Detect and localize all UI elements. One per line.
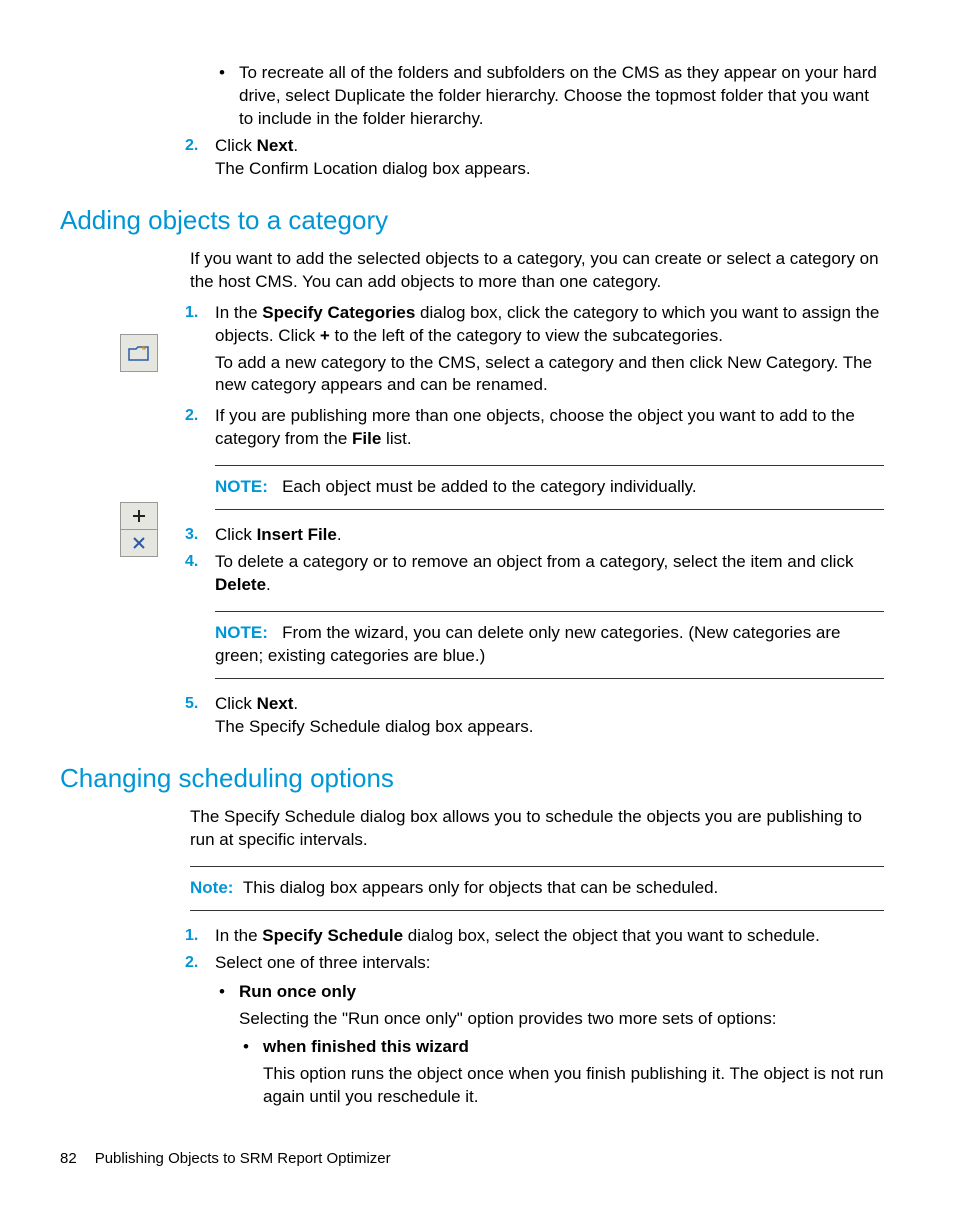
insert-delete-icon <box>120 502 156 557</box>
note-text: From the wizard, you can delete only new… <box>215 623 841 665</box>
note-scheduled-only: Note: This dialog box appears only for o… <box>190 866 884 911</box>
intro-bullets: To recreate all of the folders and subfo… <box>215 62 884 131</box>
step-number: 2. <box>185 405 198 427</box>
sched-step-1: 1. In the Specify Schedule dialog box, s… <box>185 925 884 948</box>
intro-steps: 2. Click Next. The Confirm Location dial… <box>185 135 884 181</box>
adding-steps-1: 1. In the Specify Categories dialog box,… <box>185 302 884 511</box>
step-number: 3. <box>185 524 198 546</box>
note-label: NOTE: <box>215 477 268 496</box>
step-text: Click Insert File. <box>215 525 342 544</box>
step-text: Select one of three intervals: <box>215 953 430 972</box>
step-5-sub: The Specify Schedule dialog box appears. <box>215 716 884 739</box>
step-text: In the Specify Categories dialog box, cl… <box>215 303 879 345</box>
run-once-suboptions: when finished this wizard This option ru… <box>239 1036 884 1109</box>
interval-options: Run once only Selecting the "Run once on… <box>215 981 884 1110</box>
scheduling-intro-text: The Specify Schedule dialog box allows y… <box>190 806 884 852</box>
note-label: Note: <box>190 878 233 897</box>
adding-step-4: 4. To delete a category or to remove an … <box>185 551 884 597</box>
adding-step-2: 2. If you are publishing more than one o… <box>185 405 884 451</box>
step-1-extra: To add a new category to the CMS, select… <box>215 352 884 398</box>
step-text: To delete a category or to remove an obj… <box>215 552 853 594</box>
note-text: This dialog box appears only for objects… <box>243 878 718 897</box>
intro-block: To recreate all of the folders and subfo… <box>185 62 884 181</box>
footer-title: Publishing Objects to SRM Report Optimiz… <box>95 1149 391 1169</box>
note-new-categories: NOTE: From the wizard, you can delete on… <box>215 611 884 679</box>
step-number: 2. <box>185 135 198 157</box>
page-footer: 82 Publishing Objects to SRM Report Opti… <box>60 1149 884 1169</box>
scheduling-intro: The Specify Schedule dialog box allows y… <box>190 806 884 911</box>
note-label: NOTE: <box>215 623 268 642</box>
adding-intro-text: If you want to add the selected objects … <box>190 248 884 294</box>
step-text: If you are publishing more than one obje… <box>215 406 855 448</box>
scheduling-steps: 1. In the Specify Schedule dialog box, s… <box>185 925 884 1110</box>
page: To recreate all of the folders and subfo… <box>60 62 884 1170</box>
page-number: 82 <box>60 1149 77 1169</box>
step-text: In the Specify Schedule dialog box, sele… <box>215 926 820 945</box>
sched-step-2: 2. Select one of three intervals: Run on… <box>185 952 884 1110</box>
adding-steps-2: 3. Click Insert File. 4. To delete a cat… <box>185 524 884 739</box>
step-number: 1. <box>185 302 198 324</box>
step-text: Click Next. <box>215 136 298 155</box>
run-once-only: Run once only Selecting the "Run once on… <box>215 981 884 1110</box>
adding-step-1: 1. In the Specify Categories dialog box,… <box>185 302 884 398</box>
step-number: 2. <box>185 952 198 974</box>
adding-step-5: 5. Click Next. The Specify Schedule dial… <box>185 693 884 739</box>
run-once-desc: Selecting the "Run once only" option pro… <box>239 1008 884 1031</box>
when-finished-wizard: when finished this wizard This option ru… <box>239 1036 884 1109</box>
step-text: Click Next. <box>215 694 298 713</box>
heading-scheduling: Changing scheduling options <box>60 761 884 796</box>
when-finished-desc: This option runs the object once when yo… <box>263 1063 884 1109</box>
heading-adding-objects: Adding objects to a category <box>60 203 884 238</box>
step-number: 4. <box>185 551 198 573</box>
step-number: 1. <box>185 925 198 947</box>
section-adding-intro: If you want to add the selected objects … <box>190 248 884 294</box>
run-once-label: Run once only <box>239 982 356 1001</box>
category-icon <box>120 334 158 372</box>
step-number: 5. <box>185 693 198 715</box>
note-individually: NOTE: Each object must be added to the c… <box>215 465 884 510</box>
intro-bullet: To recreate all of the folders and subfo… <box>215 62 884 131</box>
note-text: Each object must be added to the categor… <box>282 477 697 496</box>
when-finished-label: when finished this wizard <box>263 1037 469 1056</box>
step-2-next: 2. Click Next. The Confirm Location dial… <box>185 135 884 181</box>
adding-step-3: 3. Click Insert File. <box>185 524 884 547</box>
step-subtext: The Confirm Location dialog box appears. <box>215 158 884 181</box>
